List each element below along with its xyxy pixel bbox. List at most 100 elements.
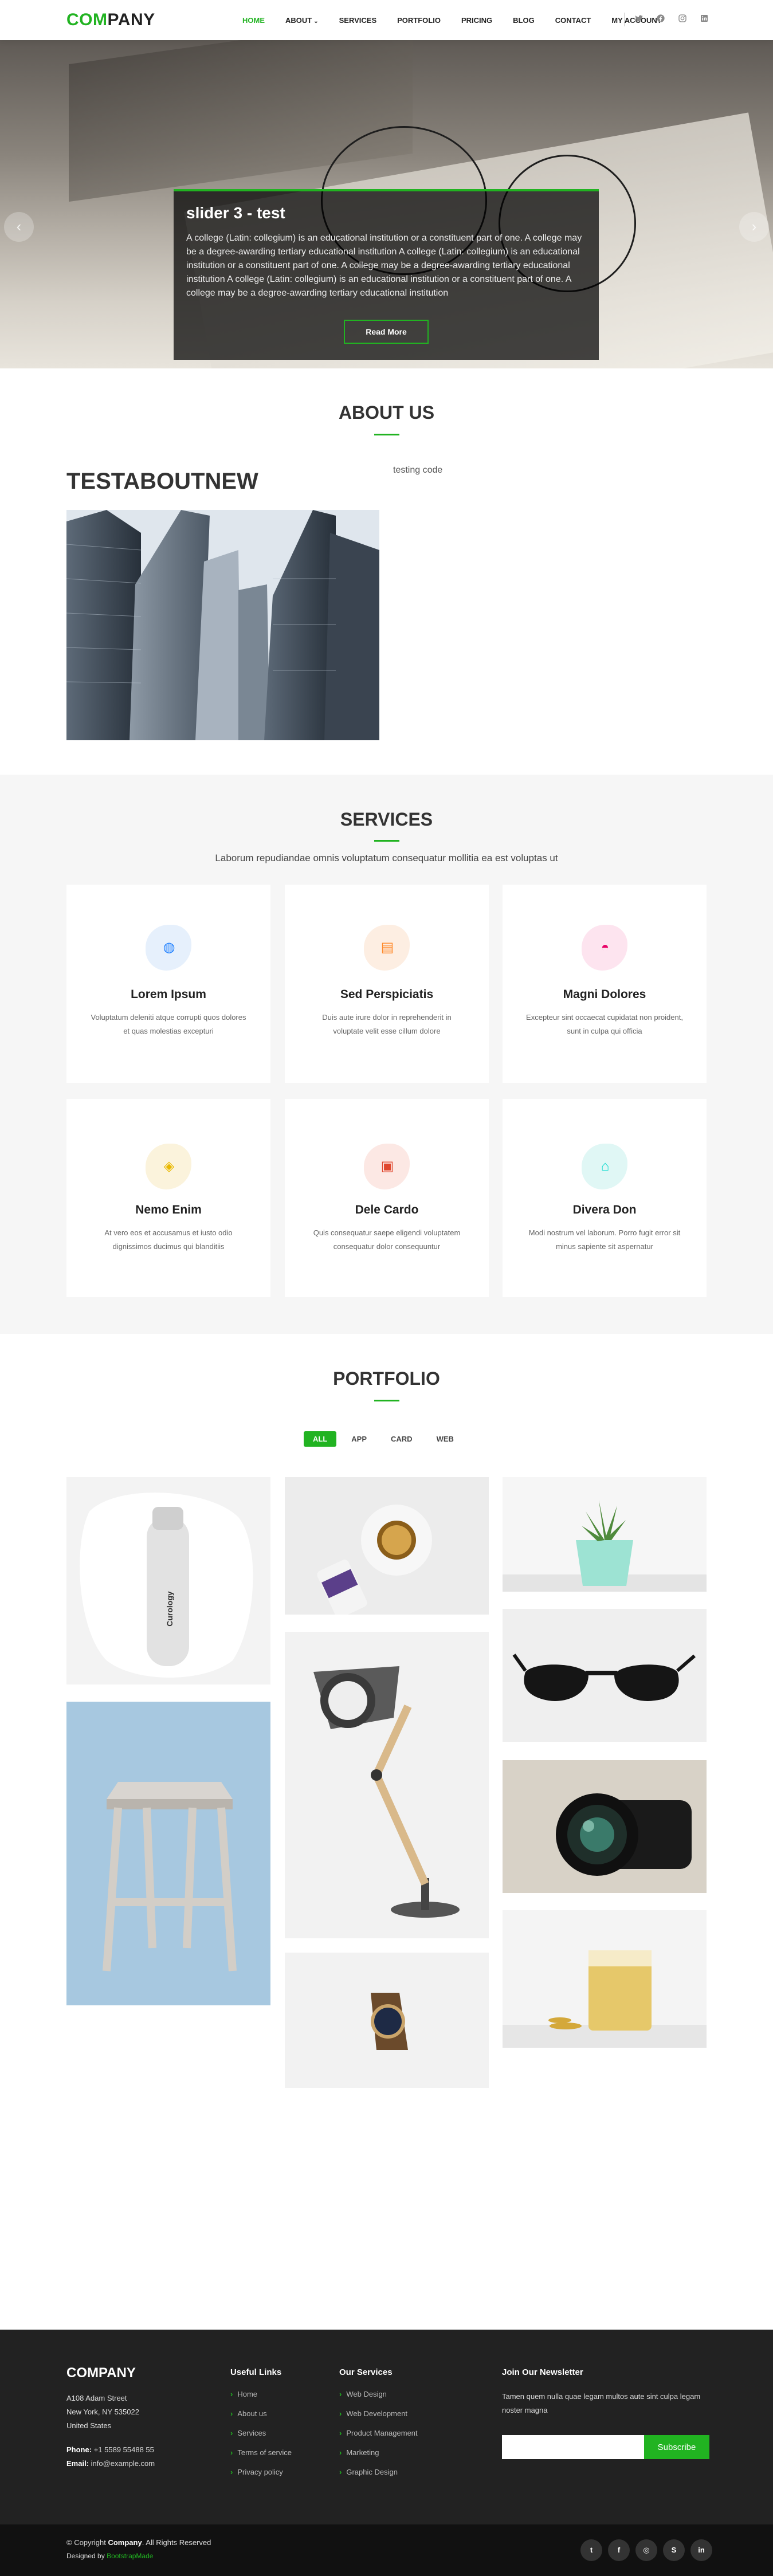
footer-link-about[interactable]: › About us [230,2409,328,2418]
title-underline [374,840,399,842]
subscribe-button[interactable]: Subscribe [644,2435,709,2459]
filter-web[interactable]: Web [427,1431,463,1447]
services-section-title: Services [340,809,433,830]
about-heading: TESTABOUTNEW [66,469,258,494]
read-more-button[interactable]: Read More [344,320,429,344]
service-card[interactable]: ◓ Magni Dolores Excepteur sint occaecat cu… [503,885,707,1083]
main-nav: Home About ⌄ Services Portfolio Pricing B… [232,14,672,27]
service-card[interactable]: ▣ Dele Cardo Quis consequatur saepe eligen… [285,1099,489,1297]
facebook-icon[interactable] [655,14,666,25]
facebook-icon[interactable]: f [608,2539,630,2561]
nav-blog[interactable]: Blog [503,14,545,27]
chevron-right-icon[interactable]: › [739,212,769,242]
instagram-icon[interactable]: ◎ [635,2539,657,2561]
service-card[interactable]: ▤ Sed Perspiciatis Duis aute irure dolor i… [285,885,489,1083]
copyright: © Copyright Company. All Rights Reserved [66,2538,211,2547]
service-description: At vero eos et accusamus et iusto odio d… [104,1228,233,1251]
arch-icon: ⌂ [601,1159,610,1174]
service-card[interactable]: ◈ Nemo Enim At vero eos et accusamus et iu… [66,1099,270,1297]
nav-home[interactable]: Home [232,14,275,27]
footer-service-graphic-design[interactable]: › Graphic Design [339,2468,454,2476]
link-label: Web Development [346,2409,408,2418]
file-icon: ▤ [380,940,394,955]
chevron-right-icon: › [339,2390,342,2398]
service-title[interactable]: Divera Don [503,1203,707,1217]
footer-link-privacy[interactable]: › Privacy policy [230,2468,328,2476]
service-description: Duis aute irure dolor in reprehenderit i… [322,1013,452,1035]
skype-icon[interactable]: S [663,2539,685,2561]
filter-card[interactable]: Card [382,1431,422,1447]
about-buildings-image [66,510,379,740]
filter-app[interactable]: App [342,1431,376,1447]
portfolio-item-wooden-stool[interactable] [66,1702,270,2005]
link-label: Web Design [346,2390,387,2398]
hero-text: A college (Latin: collegium) is an educa… [186,233,582,298]
portfolio-filters: All App Card Web [304,1431,463,1447]
linkedin-icon[interactable]: in [690,2539,712,2561]
dribbble-icon: ◍ [163,940,175,955]
nav-portfolio[interactable]: Portfolio [387,14,451,27]
service-title[interactable]: Sed Perspiciatis [285,988,489,1002]
logo-accent-text: COM [66,10,108,29]
title-underline [374,1400,399,1401]
service-card[interactable]: ⌂ Divera Don Modi nostrum vel laborum. Por… [503,1099,707,1297]
footer-link-terms[interactable]: › Terms of service [230,2448,328,2457]
footer-contact: COMPANY A108 Adam Street New York, NY 53… [66,2365,215,2471]
nav-services[interactable]: Services [329,14,387,27]
service-title[interactable]: Magni Dolores [503,988,707,1002]
twitter-icon[interactable] [633,14,645,25]
footer-service-web-design[interactable]: › Web Design [339,2390,454,2398]
instagram-icon[interactable] [677,14,688,25]
chevron-right-icon: › [230,2409,233,2418]
service-title[interactable]: Nemo Enim [66,1203,270,1217]
copyright-prefix: © Copyright [66,2538,106,2547]
link-label: Graphic Design [346,2468,398,2476]
product-label: Curology [165,1591,174,1627]
chevron-right-icon: › [230,2390,233,2398]
hero-slider: ‹ › slider 3 - test A college (Latin: co… [0,40,773,368]
footer-phone: Phone: +1 5589 55488 55 [66,2443,215,2457]
designed-by-link[interactable]: BootstrapMade [107,2552,153,2560]
logo[interactable]: COMPANY [66,10,155,30]
email-label: Email: [66,2459,89,2468]
newsletter-email-input[interactable] [502,2435,644,2459]
title-underline [374,434,399,435]
our-services-title: Our Services [339,2367,393,2377]
service-description: Voluptatum deleniti atque corrupti quos … [91,1013,246,1035]
tachometer-icon: ◓ [601,940,610,955]
footer-bottom-bar: © Copyright Company. All Rights Reserved… [0,2524,773,2576]
about-section-title: About Us [338,402,435,423]
portfolio-item-sunglasses[interactable] [503,1609,707,1742]
service-title[interactable]: Dele Cardo [285,1203,489,1217]
portfolio-item-camera-lens[interactable] [503,1760,707,1893]
chevron-down-icon: ⌄ [313,18,319,25]
email-value[interactable]: info@example.com [91,2459,155,2468]
footer-link-home[interactable]: › Home [230,2390,328,2398]
portfolio-item-wrist-watch[interactable] [285,1953,489,2088]
chevron-right-icon: › [339,2429,342,2437]
portfolio-item-drink-glass[interactable] [503,1910,707,2048]
service-title[interactable]: Lorem Ipsum [66,988,270,1002]
service-card[interactable]: ◍ Lorem Ipsum Voluptatum deleniti atque co… [66,885,270,1083]
portfolio-item-coffee-and-pencils[interactable] [285,1477,489,1615]
portfolio-item-cream-bottle[interactable]: Curology [66,1477,270,1684]
footer-service-product-management[interactable]: › Product Management [339,2429,454,2437]
service-description: Modi nostrum vel laborum. Porro fugit er… [528,1228,681,1251]
portfolio-item-succulent-pot[interactable] [503,1477,707,1592]
portfolio-section-title: Portfolio [333,1368,440,1389]
footer-link-services[interactable]: › Services [230,2429,328,2437]
nav-pricing[interactable]: Pricing [451,14,503,27]
filter-all[interactable]: All [304,1431,337,1447]
footer-address-line: A108 Adam Street [66,2394,127,2402]
twitter-icon[interactable]: t [580,2539,602,2561]
site-header: COMPANY Home About ⌄ Services Portfolio P… [0,0,773,40]
footer-service-web-development[interactable]: › Web Development [339,2409,454,2418]
chevron-left-icon[interactable]: ‹ [4,212,34,242]
nav-about[interactable]: About ⌄ [275,14,329,27]
nav-contact[interactable]: Contact [545,14,602,27]
footer-service-marketing[interactable]: › Marketing [339,2448,454,2457]
portfolio-item-desk-lamp[interactable] [285,1632,489,1938]
linkedin-icon[interactable] [699,14,710,25]
footer-company-name: COMPANY [66,2365,136,2381]
footer-social: t f ◎ S in [580,2539,712,2561]
